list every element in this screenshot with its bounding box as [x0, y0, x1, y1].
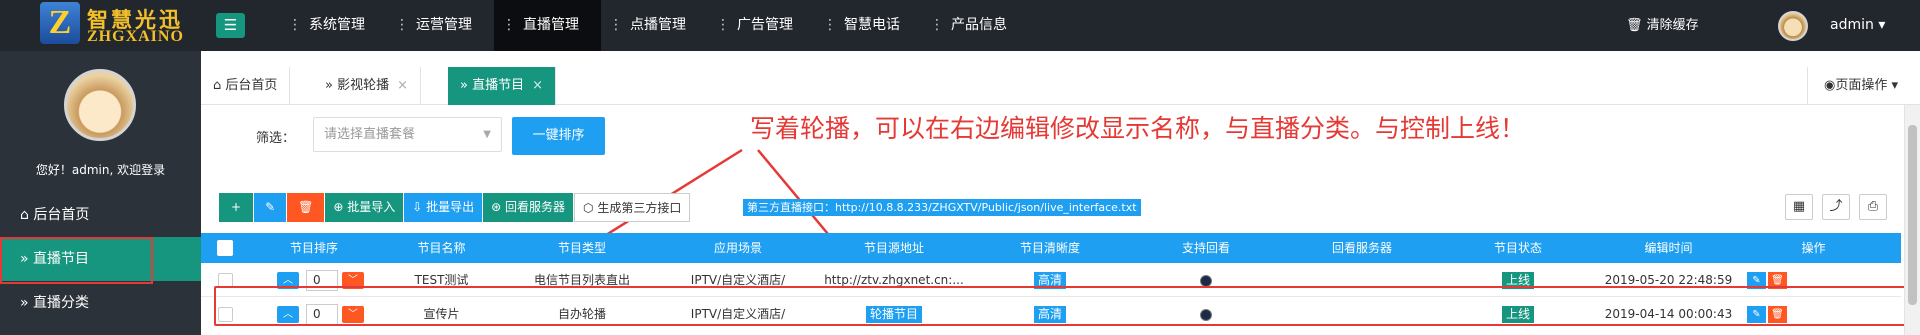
- plus-circle-icon: ⊕: [333, 200, 348, 214]
- column-header: 节目状态: [1493, 241, 1542, 255]
- chevron-down-icon: ﹀: [348, 275, 358, 286]
- select-all-checkbox[interactable]: [217, 240, 233, 256]
- column-header: 节目类型: [557, 241, 606, 255]
- button-label: 回看服务器: [505, 200, 566, 214]
- button-label: 批量导出: [426, 200, 475, 214]
- scrollbar-thumb[interactable]: [1908, 125, 1917, 305]
- table-toolbar: + ✎ 🗑 ⊕ 批量导入 ⇩ 批量导出 ⊛ 回看服务器 ⬡ 生成第三方接口: [219, 193, 691, 222]
- print-icon: ⎙: [1867, 199, 1879, 214]
- api-url-badge: 第三方直播接口：http://10.8.8.233/ZHGXTV/Public/…: [743, 199, 1141, 216]
- trash-icon: 🗑: [1771, 275, 1784, 286]
- column-header: 应用场景: [713, 241, 762, 255]
- globe-icon: ⊛: [491, 200, 506, 214]
- cube-icon: ⬡: [583, 201, 598, 215]
- column-header: 操作: [1801, 241, 1826, 255]
- column-header: 支持回看: [1181, 241, 1230, 255]
- column-header: 节目清晰度: [1019, 241, 1080, 255]
- export-icon: ⤴: [1829, 199, 1843, 214]
- column-header: 节目排序: [289, 241, 338, 255]
- column-header: 回看服务器: [1331, 241, 1392, 255]
- button-label: 批量导入: [347, 200, 396, 214]
- chevron-up-icon: ︿: [283, 275, 293, 286]
- pencil-icon: ✎: [265, 200, 276, 214]
- columns-button[interactable]: ▦: [1785, 194, 1813, 220]
- replay-server-button[interactable]: ⊛ 回看服务器: [483, 193, 574, 222]
- batch-import-button[interactable]: ⊕ 批量导入: [325, 193, 404, 222]
- pencil-icon: ✎: [1752, 275, 1761, 286]
- add-button[interactable]: +: [219, 193, 254, 222]
- replay-radio[interactable]: [1200, 274, 1212, 287]
- export-button[interactable]: ⤴: [1822, 194, 1850, 220]
- column-header: 节目源地址: [863, 241, 924, 255]
- column-header: 节目名称: [417, 241, 466, 255]
- edit-button[interactable]: ✎: [254, 193, 287, 222]
- generate-third-party-api-button[interactable]: ⬡ 生成第三方接口: [574, 193, 691, 222]
- vertical-scrollbar[interactable]: [1904, 105, 1920, 335]
- grid-icon: ▦: [1792, 199, 1806, 214]
- button-label: 生成第三方接口: [597, 201, 682, 215]
- table-header: 节目排序 节目名称 节目类型 应用场景 节目源地址 节目清晰度 支持回看 回看服…: [201, 233, 1901, 263]
- batch-export-button[interactable]: ⇩ 批量导出: [404, 193, 483, 222]
- delete-button[interactable]: 🗑: [287, 193, 325, 222]
- download-icon: ⇩: [412, 200, 427, 214]
- annotation-highlight-row: [214, 286, 1918, 326]
- trash-icon: 🗑: [298, 200, 314, 214]
- column-header: 编辑时间: [1644, 241, 1693, 255]
- print-button[interactable]: ⎙: [1859, 194, 1887, 220]
